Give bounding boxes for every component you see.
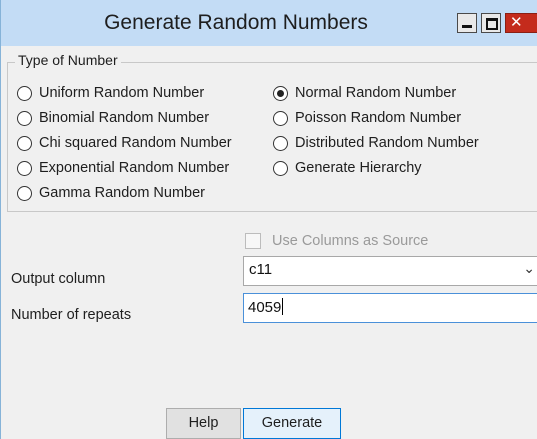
minimize-icon[interactable]	[457, 13, 477, 33]
title-bar[interactable]: Generate Random Numbers	[1, 0, 537, 46]
radio-label: Generate Hierarchy	[295, 160, 422, 176]
radio-button[interactable]	[17, 111, 32, 126]
radio-button[interactable]	[17, 136, 32, 151]
radio-label: Poisson Random Number	[295, 110, 462, 126]
radio-label: Exponential Random Number	[39, 160, 230, 176]
radio-label: Binomial Random Number	[39, 110, 210, 126]
number-of-repeats-input[interactable]: 4059	[243, 293, 537, 323]
radio-label: Uniform Random Number	[39, 85, 205, 101]
chevron-down-icon[interactable]: ⌄	[523, 260, 535, 277]
radio-button[interactable]	[273, 136, 288, 151]
output-column-value: c11	[249, 261, 273, 278]
help-button[interactable]: Help	[166, 408, 241, 439]
radio-label: Chi squared Random Number	[39, 135, 232, 151]
radio-button[interactable]	[273, 111, 288, 126]
number-of-repeats-value: 4059	[248, 299, 282, 316]
radio-button[interactable]	[17, 161, 32, 176]
maximize-icon[interactable]	[481, 13, 501, 33]
use-columns-label: Use Columns as Source	[272, 233, 429, 249]
radio-label: Normal Random Number	[295, 85, 457, 101]
radio-button[interactable]	[17, 86, 32, 101]
number-of-repeats-value-wrap: 4059	[248, 298, 284, 316]
radio-button[interactable]	[273, 161, 288, 176]
number-of-repeats-label: Number of repeats	[11, 307, 132, 323]
use-columns-checkbox	[245, 233, 261, 249]
generate-random-numbers-dialog: Generate Random Numbers Type of Number U…	[0, 0, 537, 439]
window-title: Generate Random Numbers	[104, 11, 368, 34]
output-column-label: Output column	[11, 271, 106, 287]
generate-button[interactable]: Generate	[243, 408, 341, 439]
type-of-number-legend: Type of Number	[15, 52, 121, 68]
text-caret	[282, 298, 284, 315]
radio-label: Distributed Random Number	[295, 135, 479, 151]
close-icon[interactable]	[505, 13, 537, 33]
radio-button[interactable]	[17, 186, 32, 201]
radio-button-selected[interactable]	[273, 86, 288, 101]
radio-label: Gamma Random Number	[39, 185, 205, 201]
output-column-combobox[interactable]: c11 ⌄	[243, 256, 537, 286]
